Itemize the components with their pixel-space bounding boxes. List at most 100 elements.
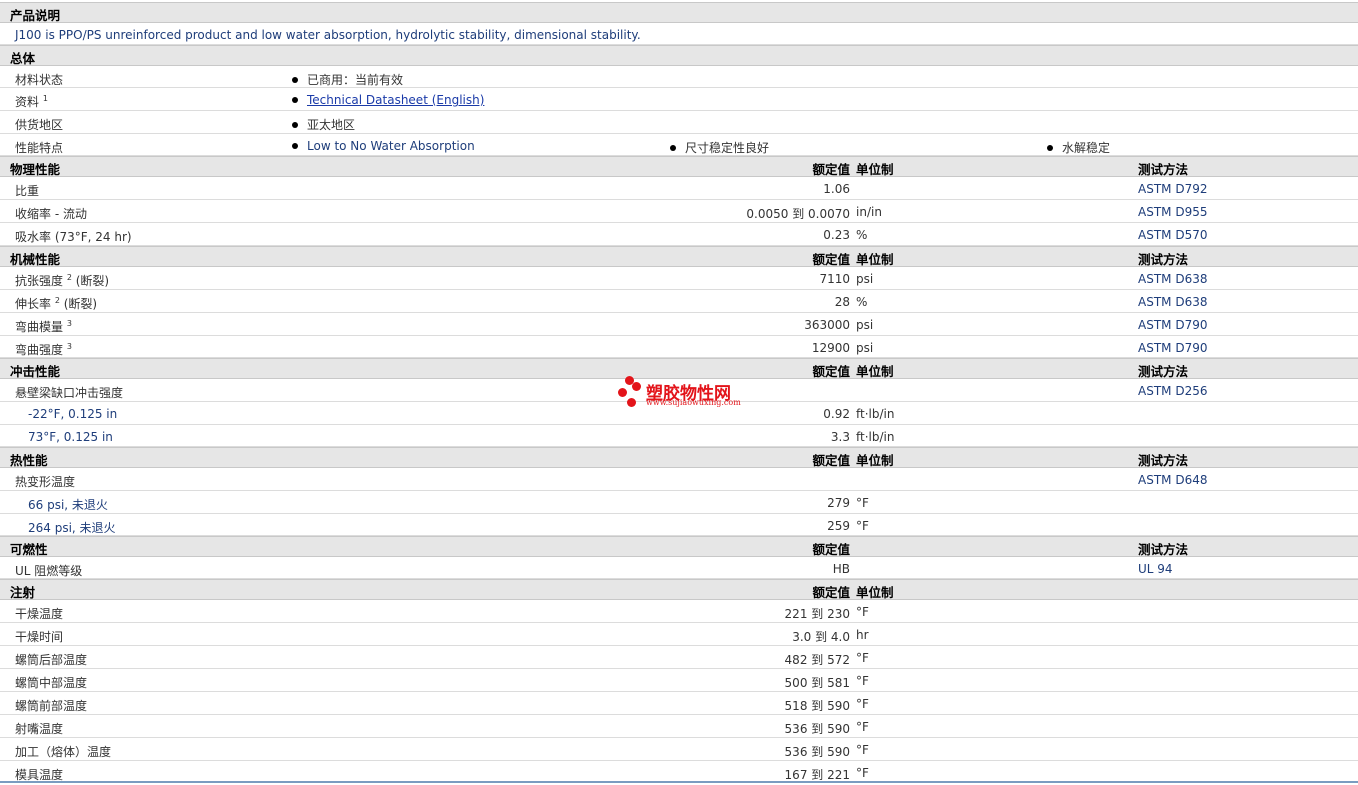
row-test-method: ASTM D955 <box>1138 205 1208 219</box>
table-row: 螺筒后部温度 482 到 572 °F <box>0 646 1358 669</box>
section-header-mechanical: 机械性能 额定值 单位制 测试方法 <box>0 246 1358 267</box>
col-header-test: 测试方法 <box>1138 252 1189 267</box>
row-value: 3.3 <box>830 430 850 444</box>
row-label: 弯曲强度 3 <box>15 342 72 357</box>
table-row: 加工（熔体）温度 536 到 590 °F <box>0 738 1358 761</box>
row-value: 279 <box>827 496 850 510</box>
row-value: 259 <box>827 519 850 533</box>
col-header-unit: 单位制 <box>856 364 894 379</box>
datasheet-link[interactable]: Technical Datasheet (English) <box>307 93 484 107</box>
row-unit: psi <box>856 272 874 286</box>
col-header-nominal: 额定值 <box>812 252 850 267</box>
col-header-unit: 单位制 <box>856 252 894 267</box>
feature-item: Low to No Water Absorption <box>292 139 475 153</box>
row-value: 536 到 590 <box>784 745 850 759</box>
row-label: 模具温度 <box>15 768 64 782</box>
row-unit: psi <box>856 318 874 332</box>
row-label: UL 阻燃等级 <box>15 564 83 578</box>
row-test-method: ASTM D790 <box>1138 341 1208 355</box>
row-value: 518 到 590 <box>784 699 850 713</box>
row-label: 热变形温度 <box>15 475 76 489</box>
row-value: 221 到 230 <box>784 607 850 621</box>
section-title: 物理性能 <box>10 162 61 177</box>
row-value: 500 到 581 <box>784 676 850 690</box>
row-label: 螺筒后部温度 <box>15 653 88 667</box>
table-row: 伸长率 2 (断裂) 28 % ASTM D638 <box>0 290 1358 313</box>
bullet-icon <box>292 142 298 149</box>
section-title: 产品说明 <box>10 8 61 23</box>
row-label: 伸长率 2 (断裂) <box>15 296 98 311</box>
watermark-logo: 塑胶物性网 www.sujiaowuxing.com <box>616 376 746 410</box>
row-value: 536 到 590 <box>784 722 850 736</box>
col-header-unit: 单位制 <box>856 585 894 600</box>
row-unit: ft·lb/in <box>856 407 895 421</box>
row-unit: °F <box>856 605 869 619</box>
bullet-icon <box>670 144 676 151</box>
section-title: 注射 <box>10 585 36 600</box>
row-label: 收缩率 - 流动 <box>15 207 87 221</box>
section-header-general: 总体 <box>0 45 1358 66</box>
table-row: 弯曲强度 3 12900 psi ASTM D790 <box>0 336 1358 358</box>
watermark-url: www.sujiaowuxing.com <box>646 398 741 407</box>
row-label: 螺筒前部温度 <box>15 699 88 713</box>
table-row: 模具温度 167 到 221 °F <box>0 761 1358 783</box>
row-value: 1.06 <box>823 182 850 196</box>
row-unit: °F <box>856 697 869 711</box>
row-sub-label: 73°F, 0.125 in <box>28 430 113 444</box>
row-test-method: ASTM D256 <box>1138 384 1208 398</box>
table-row: 螺筒前部温度 518 到 590 °F <box>0 692 1358 715</box>
bullet-icon <box>292 121 298 128</box>
table-row: 73°F, 0.125 in 3.3 ft·lb/in <box>0 425 1358 447</box>
section-title: 热性能 <box>10 453 48 468</box>
row-test-method: ASTM D648 <box>1138 473 1208 487</box>
row-value: 3.0 到 4.0 <box>792 630 850 644</box>
row-value: 167 到 221 <box>784 768 850 782</box>
col-header-test: 测试方法 <box>1138 542 1189 557</box>
row-value: 28 <box>834 295 850 309</box>
bullet-icon <box>292 76 298 83</box>
row-unit: °F <box>856 766 869 780</box>
section-header-physical: 物理性能 额定值 单位制 测试方法 <box>0 156 1358 177</box>
row-test-method: ASTM D570 <box>1138 228 1208 242</box>
row-unit: °F <box>856 496 869 510</box>
feature-item: 水解稳定 <box>1047 139 1110 156</box>
row-test-method: ASTM D638 <box>1138 272 1208 286</box>
row-label: 螺筒中部温度 <box>15 676 88 690</box>
section-title: 机械性能 <box>10 252 61 267</box>
row-label: 资料 1 <box>15 94 48 109</box>
table-row: 干燥温度 221 到 230 °F <box>0 600 1358 623</box>
table-row: 螺筒中部温度 500 到 581 °F <box>0 669 1358 692</box>
row-label: 干燥时间 <box>15 630 64 644</box>
row-label: 加工（熔体）温度 <box>15 745 112 759</box>
section-header-injection: 注射 额定值 单位制 <box>0 579 1358 600</box>
col-header-test: 测试方法 <box>1138 364 1189 379</box>
table-row: 资料 1 Technical Datasheet (English) <box>0 88 1358 111</box>
table-row: UL 阻燃等级 HB UL 94 <box>0 557 1358 579</box>
row-sub-label: 264 psi, 未退火 <box>28 521 116 535</box>
col-header-nominal: 额定值 <box>812 364 850 379</box>
datasheet-item: Technical Datasheet (English) <box>292 93 484 107</box>
bullet-icon <box>1047 144 1053 151</box>
col-header-nominal: 额定值 <box>812 542 850 557</box>
feature-item: 尺寸稳定性良好 <box>670 139 769 156</box>
row-test-method: ASTM D790 <box>1138 318 1208 332</box>
row-label: 供货地区 <box>15 118 64 132</box>
description-row: J100 is PPO/PS unreinforced product and … <box>0 23 1358 45</box>
row-value: 0.92 <box>823 407 850 421</box>
section-header-description: 产品说明 <box>0 2 1358 23</box>
row-unit: °F <box>856 651 869 665</box>
row-label: 材料状态 <box>15 73 64 87</box>
table-row: 供货地区 亚太地区 <box>0 111 1358 134</box>
row-test-method: ASTM D638 <box>1138 295 1208 309</box>
table-row: 材料状态 已商用：当前有效 <box>0 66 1358 88</box>
row-label: 悬壁梁缺口冲击强度 <box>15 386 124 400</box>
row-value: 7110 <box>819 272 850 286</box>
row-sub-label: 66 psi, 未退火 <box>28 498 108 512</box>
row-value: 363000 <box>804 318 850 332</box>
table-row: 干燥时间 3.0 到 4.0 hr <box>0 623 1358 646</box>
section-header-thermal: 热性能 额定值 单位制 测试方法 <box>0 447 1358 468</box>
supply-region-value: 亚太地区 <box>292 116 355 133</box>
description-text: J100 is PPO/PS unreinforced product and … <box>15 28 641 42</box>
row-label: 抗张强度 2 (断裂) <box>15 273 110 288</box>
table-row: 性能特点 Low to No Water Absorption 尺寸稳定性良好 … <box>0 134 1358 156</box>
